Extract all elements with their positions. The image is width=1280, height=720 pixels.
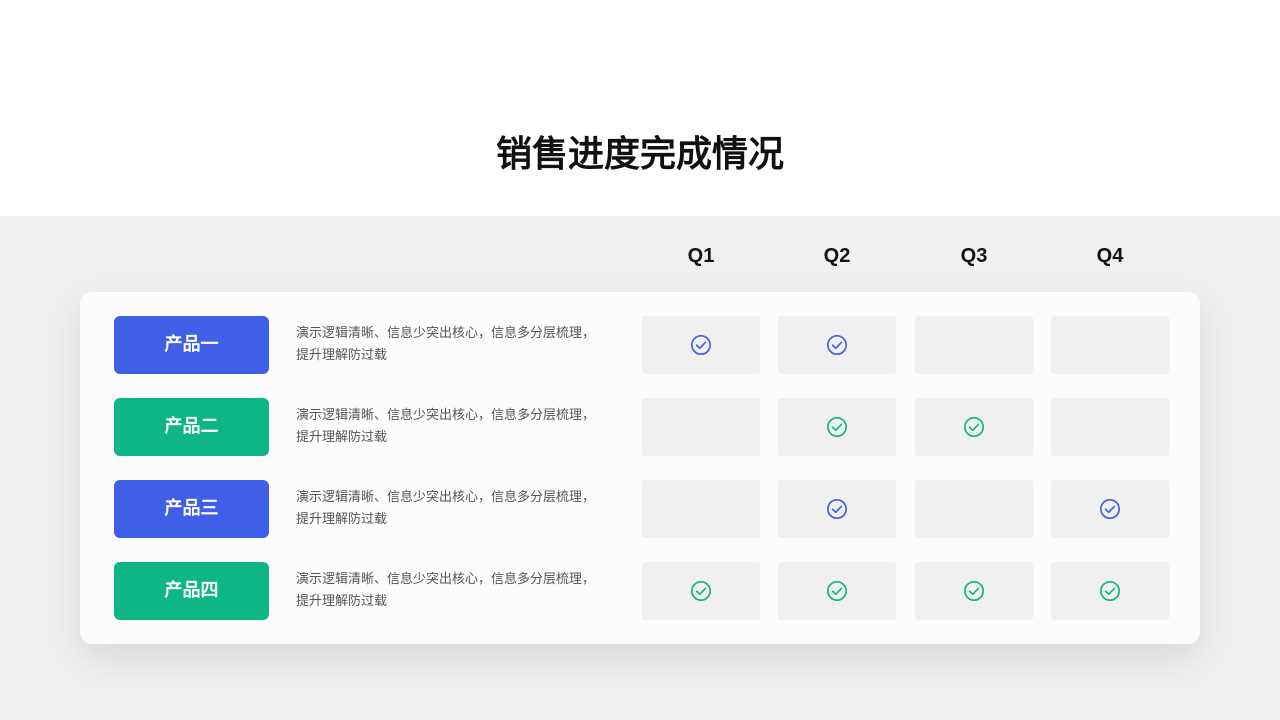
quarter-cell <box>642 398 760 456</box>
quarter-cell <box>915 316 1033 374</box>
table-row: 产品四 演示逻辑清晰、信息少突出核心，信息多分层梳理， 提升理解防过载 <box>80 562 1200 620</box>
quarter-cell <box>778 480 896 538</box>
check-circle-icon <box>1100 581 1120 601</box>
quarter-header-q4: Q4 <box>1096 245 1124 267</box>
row-description-line: 提升理解防过载 <box>296 348 388 363</box>
check-circle-icon <box>827 417 847 437</box>
check-circle-icon <box>827 581 847 601</box>
product-label: 产品一 <box>114 316 269 374</box>
table-row: 产品二 演示逻辑清晰、信息少突出核心，信息多分层梳理， 提升理解防过载 <box>80 398 1200 456</box>
check-circle-icon <box>827 335 847 355</box>
check-circle-icon <box>964 581 984 601</box>
quarter-cell <box>778 562 896 620</box>
quarter-cell <box>642 480 760 538</box>
check-circle-icon <box>691 581 711 601</box>
check-circle-icon <box>964 417 984 437</box>
progress-table-card: 产品一 演示逻辑清晰、信息少突出核心，信息多分层梳理， 提升理解防过载 产品二 … <box>80 292 1200 644</box>
product-label: 产品三 <box>114 480 269 538</box>
quarter-cell <box>1051 398 1169 456</box>
quarter-cell <box>642 562 760 620</box>
product-label: 产品二 <box>114 398 269 456</box>
check-circle-icon <box>1100 499 1120 519</box>
row-description-line: 演示逻辑清晰、信息少突出核心，信息多分层梳理， <box>296 326 596 341</box>
row-description: 演示逻辑清晰、信息少突出核心，信息多分层梳理， 提升理解防过载 <box>296 487 616 531</box>
quarter-cell <box>1051 480 1169 538</box>
check-circle-icon <box>691 335 711 355</box>
quarter-cell <box>778 316 896 374</box>
quarter-cell <box>915 398 1033 456</box>
product-label: 产品四 <box>114 562 269 620</box>
row-description: 演示逻辑清晰、信息少突出核心，信息多分层梳理， 提升理解防过载 <box>296 405 616 449</box>
quarter-header-q1: Q1 <box>687 245 715 267</box>
quarter-cell <box>915 562 1033 620</box>
table-row: 产品三 演示逻辑清晰、信息少突出核心，信息多分层梳理， 提升理解防过载 <box>80 480 1200 538</box>
quarter-cell <box>642 316 760 374</box>
row-description-line: 提升理解防过载 <box>296 430 388 445</box>
quarter-cell <box>915 480 1033 538</box>
quarter-cell <box>778 398 896 456</box>
row-description-line: 提升理解防过载 <box>296 512 388 527</box>
quarter-header-q2: Q2 <box>823 245 851 267</box>
table-row: 产品一 演示逻辑清晰、信息少突出核心，信息多分层梳理， 提升理解防过载 <box>80 316 1200 374</box>
quarter-cell <box>1051 562 1169 620</box>
check-circle-icon <box>827 499 847 519</box>
row-description-line: 演示逻辑清晰、信息少突出核心，信息多分层梳理， <box>296 408 596 423</box>
row-description-line: 演示逻辑清晰、信息少突出核心，信息多分层梳理， <box>296 490 596 505</box>
quarter-cell <box>1051 316 1169 374</box>
row-description: 演示逻辑清晰、信息少突出核心，信息多分层梳理， 提升理解防过载 <box>296 323 616 367</box>
row-description: 演示逻辑清晰、信息少突出核心，信息多分层梳理， 提升理解防过载 <box>296 569 616 613</box>
quarter-header-q3: Q3 <box>960 245 988 267</box>
row-description-line: 演示逻辑清晰、信息少突出核心，信息多分层梳理， <box>296 572 596 587</box>
slide-title: 销售进度完成情况 <box>495 134 784 175</box>
row-description-line: 提升理解防过载 <box>296 594 388 609</box>
title-area: 销售进度完成情况 <box>0 0 1280 216</box>
